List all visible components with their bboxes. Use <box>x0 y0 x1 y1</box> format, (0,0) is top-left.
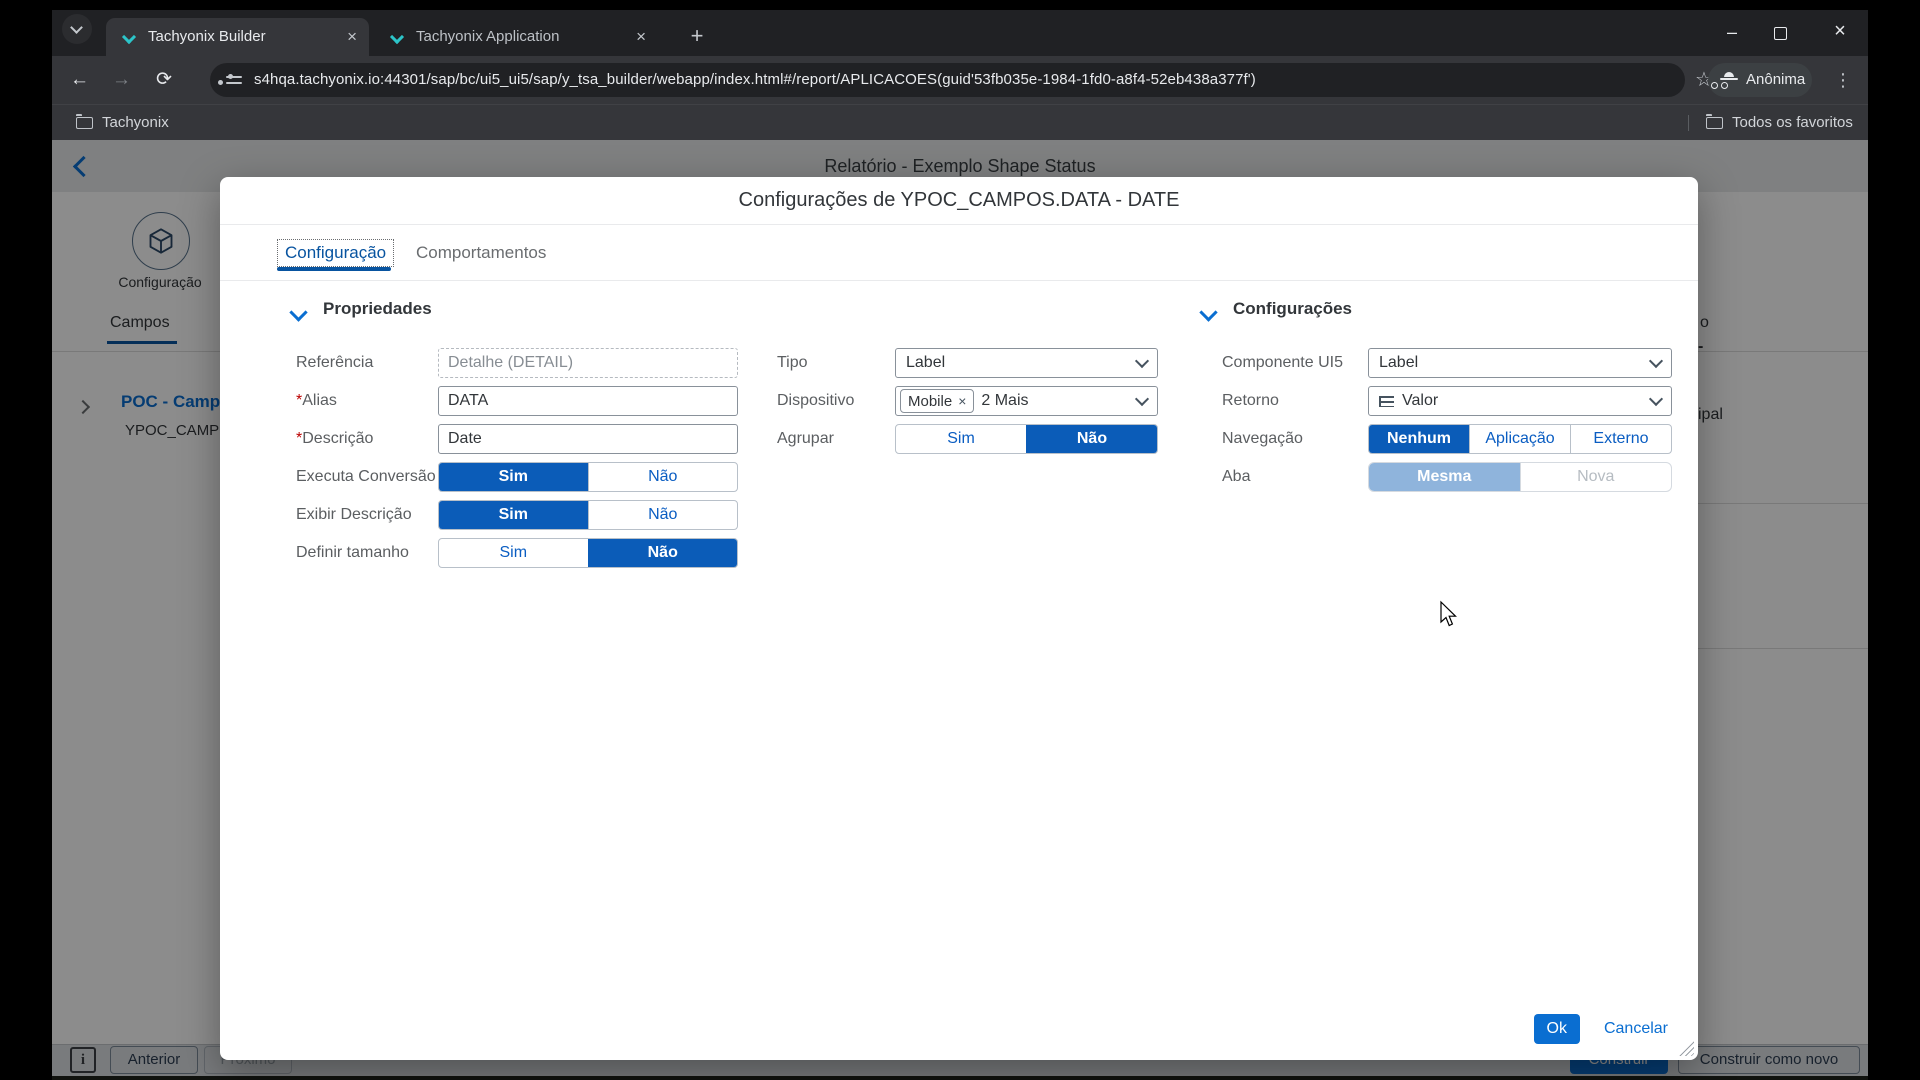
restore-window-icon[interactable] <box>1774 27 1787 40</box>
segment-nao[interactable]: Não <box>588 501 738 529</box>
divider <box>220 224 1698 225</box>
chevron-down-icon <box>1135 354 1149 368</box>
section-title-propriedades: Propriedades <box>323 299 432 319</box>
selected-tab-underline <box>277 267 391 271</box>
dispositivo-multicombobox[interactable]: Mobile × 2 Mais <box>895 386 1158 416</box>
alias-input[interactable] <box>438 386 738 416</box>
ok-button[interactable]: Ok <box>1534 1014 1580 1044</box>
segment-nao[interactable]: Não <box>588 539 738 567</box>
section-title-configuracoes: Configurações <box>1233 299 1352 319</box>
folder-icon <box>1706 117 1723 129</box>
chevron-down-icon <box>70 21 83 34</box>
cancel-button[interactable]: Cancelar <box>1598 1019 1674 1039</box>
selected-value: Label <box>906 354 1137 372</box>
segment-nova: Nova <box>1520 463 1672 491</box>
aba-segmented: Mesma Nova <box>1368 462 1672 492</box>
executa-conversao-segmented: Sim Não <box>438 462 738 492</box>
dialog-footer: Ok Cancelar <box>1534 1014 1674 1044</box>
exibir-descricao-segmented: Sim Não <box>438 500 738 530</box>
descricao-input[interactable] <box>438 424 738 454</box>
segment-sim[interactable]: Sim <box>439 463 588 491</box>
mouse-cursor <box>1438 600 1460 628</box>
profile-label: Anônima <box>1746 63 1805 97</box>
definir-tamanho-segmented: Sim Não <box>438 538 738 568</box>
segment-sim[interactable]: Sim <box>896 425 1026 453</box>
label-text: Descrição <box>302 430 373 447</box>
field-label-aba: Aba <box>1222 462 1250 492</box>
minimize-window-icon[interactable]: – <box>1720 22 1744 43</box>
dialog-title: Configurações de YPOC_CAMPOS.DATA - DATE <box>220 189 1698 212</box>
segment-mesma: Mesma <box>1369 463 1520 491</box>
label-text: Alias <box>302 392 337 409</box>
browser-tab-strip: Tachyonix Builder × Tachyonix Applicatio… <box>52 10 1868 56</box>
field-label-agrupar: Agrupar <box>777 424 834 454</box>
field-label-descricao: *Descrição <box>296 424 373 454</box>
browser-tab-inactive[interactable]: Tachyonix Application × <box>374 18 658 56</box>
back-icon[interactable]: ← <box>70 56 89 104</box>
close-tab-icon[interactable]: × <box>636 18 646 56</box>
field-label-alias: *Alias <box>296 386 337 416</box>
referencia-input <box>438 348 738 378</box>
token-mobile[interactable]: Mobile × <box>900 389 974 413</box>
tab-title: Tachyonix Application <box>416 18 559 56</box>
forward-icon[interactable]: → <box>112 56 131 104</box>
tipo-select[interactable]: Label <box>895 348 1158 378</box>
field-label-definir-tamanho: Definir tamanho <box>296 538 409 568</box>
chevron-down-icon <box>1135 392 1149 406</box>
bookmark-label: Tachyonix <box>102 114 169 131</box>
url-text[interactable]: s4hqa.tachyonix.io:44301/sap/bc/ui5_ui5/… <box>254 63 1256 97</box>
dialog-tab-configuracao[interactable]: Configuração <box>277 239 394 267</box>
bookmarks-bar: Tachyonix Todos os favoritos <box>52 104 1868 140</box>
field-label-exibir-descricao: Exibir Descrição <box>296 500 412 530</box>
segment-nao[interactable]: Não <box>1026 425 1157 453</box>
more-tokens-label: 2 Mais <box>981 392 1137 410</box>
dialog-tab-comportamentos[interactable]: Comportamentos <box>416 240 546 266</box>
field-label-componente-ui5: Componente UI5 <box>1222 348 1343 378</box>
all-bookmarks-button[interactable]: Todos os favoritos <box>1706 114 1853 131</box>
segment-sim[interactable]: Sim <box>439 539 588 567</box>
field-label-tipo: Tipo <box>777 348 808 378</box>
remove-token-icon[interactable]: × <box>958 393 966 409</box>
close-window-icon[interactable]: × <box>1828 20 1852 43</box>
value-list-icon <box>1379 396 1394 407</box>
folder-icon <box>76 117 93 129</box>
componente-ui5-select[interactable]: Label <box>1368 348 1672 378</box>
collapse-section-icon[interactable] <box>1199 303 1217 321</box>
chevron-down-icon <box>1649 392 1663 406</box>
segment-nenhum[interactable]: Nenhum <box>1369 425 1469 453</box>
browser-tab-active[interactable]: Tachyonix Builder × <box>106 18 369 56</box>
field-label-referencia: Referência <box>296 348 373 378</box>
divider <box>220 280 1698 281</box>
tab-search-button[interactable] <box>62 14 92 44</box>
segment-externo[interactable]: Externo <box>1570 425 1671 453</box>
settings-dialog: Configurações de YPOC_CAMPOS.DATA - DATE… <box>220 177 1698 1060</box>
selected-value: Label <box>1379 354 1651 372</box>
bookmark-folder-tachyonix[interactable]: Tachyonix <box>76 114 169 131</box>
address-bar[interactable]: s4hqa.tachyonix.io:44301/sap/bc/ui5_ui5/… <box>210 63 1685 97</box>
reload-icon[interactable]: ⟳ <box>156 56 172 104</box>
new-tab-button[interactable]: + <box>680 18 714 56</box>
segment-aplicacao[interactable]: Aplicação <box>1469 425 1570 453</box>
agrupar-segmented: Sim Não <box>895 424 1158 454</box>
close-tab-icon[interactable]: × <box>347 18 357 56</box>
tab-title: Tachyonix Builder <box>148 18 266 56</box>
resize-grip[interactable] <box>1676 1038 1694 1056</box>
field-label-executa-conversao: Executa Conversão <box>296 462 436 492</box>
segment-sim[interactable]: Sim <box>439 501 588 529</box>
menu-kebab-icon[interactable]: ⋮ <box>1834 56 1852 104</box>
bookmarks-divider <box>1688 115 1689 131</box>
incognito-badge[interactable]: Anônima <box>1708 63 1812 97</box>
field-label-retorno: Retorno <box>1222 386 1279 416</box>
token-label: Mobile <box>908 393 952 410</box>
collapse-section-icon[interactable] <box>289 303 307 321</box>
navegacao-segmented: Nenhum Aplicação Externo <box>1368 424 1672 454</box>
field-label-dispositivo: Dispositivo <box>777 386 854 416</box>
browser-toolbar: ← → ⟳ s4hqa.tachyonix.io:44301/sap/bc/ui… <box>52 56 1868 104</box>
retorno-select[interactable]: Valor <box>1368 386 1672 416</box>
segment-nao[interactable]: Não <box>588 463 738 491</box>
chevron-down-icon <box>1649 354 1663 368</box>
field-label-navegacao: Navegação <box>1222 424 1303 454</box>
all-bookmarks-label: Todos os favoritos <box>1732 114 1853 131</box>
selected-value: Valor <box>1402 392 1651 410</box>
